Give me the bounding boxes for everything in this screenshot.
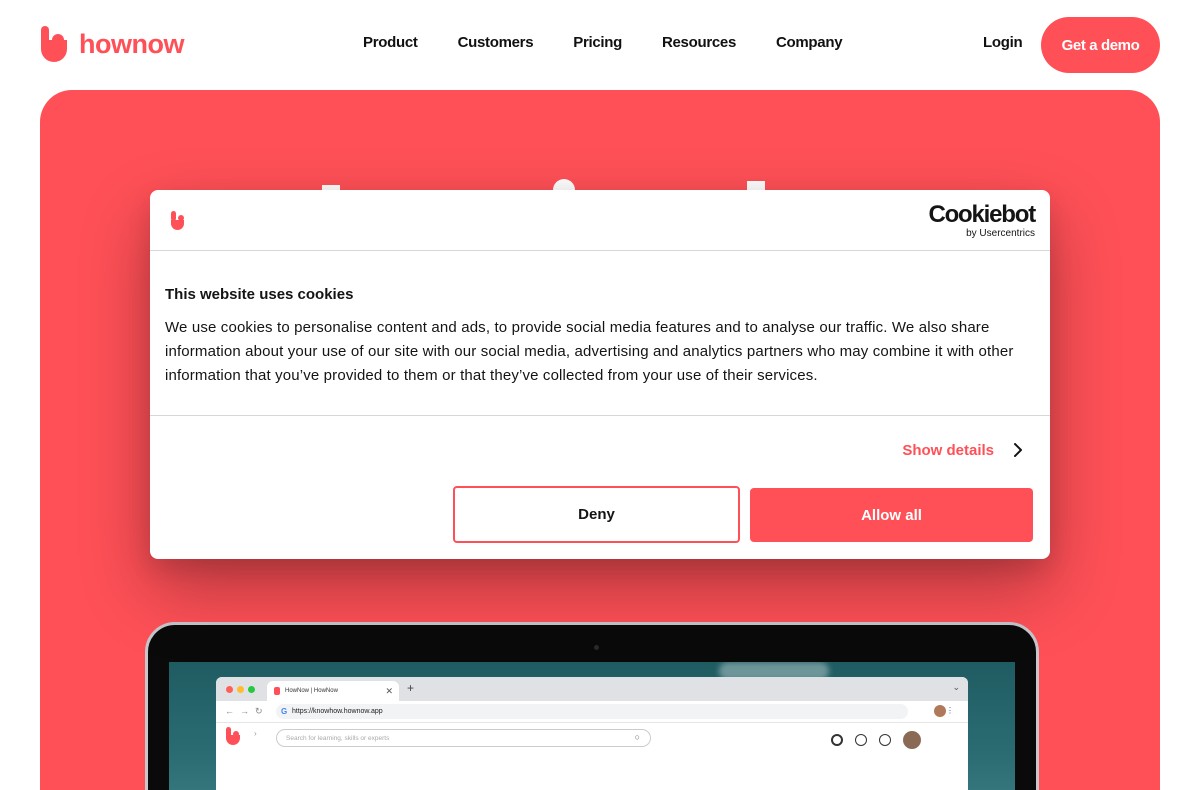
chevron-down-icon: ⌄ [952, 682, 960, 692]
close-dot-icon [226, 686, 233, 693]
new-tab-icon: + [407, 681, 415, 695]
laptop-screen: HowNow | HowNow ✕ + ⌄ ←→↻ G https://know… [169, 662, 1015, 790]
app-search-placeholder: Search for learning, skills or experts [286, 735, 390, 742]
search-icon: ○ [634, 732, 640, 742]
maximize-dot-icon [248, 686, 255, 693]
nav-company[interactable]: Company [776, 34, 843, 51]
nav-pricing[interactable]: Pricing [573, 34, 622, 51]
dialog-description: We use cookies to personalise content an… [165, 319, 1014, 384]
get-a-demo-button[interactable]: Get a demo [1041, 17, 1160, 73]
cookiebot-subtitle: by Usercentrics [966, 228, 1035, 239]
user-avatar [903, 731, 921, 749]
app-toolbar: › Search for learning, skills or experts… [216, 723, 968, 763]
cookiebot-wordmark: Cookiebot [928, 201, 1036, 228]
hownow-logo[interactable]: hownow [40, 26, 184, 62]
cookie-consent-dialog: Cookiebot by Usercentrics This website u… [150, 190, 1050, 559]
browser-address-row: ←→↻ G https://knowhow.hownow.app ⋮ [216, 701, 968, 723]
login-link[interactable]: Login [983, 34, 1023, 51]
app-toolbar-icons [831, 731, 921, 749]
dialog-header: Cookiebot by Usercentrics [150, 190, 1050, 251]
browser-nav-icons: ←→↻ [225, 706, 269, 716]
dialog-body: This website uses cookies We use cookies… [165, 286, 1037, 388]
close-tab-icon: ✕ [385, 686, 393, 696]
record-icon [831, 734, 843, 746]
show-details-link[interactable]: Show details [902, 442, 994, 459]
profile-avatar [934, 705, 946, 717]
nav-product[interactable]: Product [363, 34, 418, 51]
google-icon: G [281, 707, 288, 716]
tab-title: HowNow | HowNow [285, 688, 338, 694]
address-bar: G https://knowhow.hownow.app [276, 704, 908, 719]
address-url: https://knowhow.hownow.app [292, 708, 383, 715]
hownow-logo-icon [170, 211, 186, 230]
dialog-divider [150, 415, 1050, 416]
deny-button[interactable]: Deny [453, 486, 740, 543]
hownow-logo-icon [40, 26, 68, 62]
chevron-right-icon[interactable] [1013, 442, 1023, 458]
hownow-app-logo-icon [226, 727, 242, 745]
laptop-camera [594, 645, 599, 650]
main-nav: Product Customers Pricing Resources Comp… [363, 34, 882, 51]
nav-customers[interactable]: Customers [458, 34, 534, 51]
app-search-input: Search for learning, skills or experts ○ [276, 729, 651, 747]
dialog-title: This website uses cookies [165, 286, 354, 303]
logo-wordmark: hownow [79, 28, 184, 59]
allow-all-button[interactable]: Allow all [750, 488, 1033, 542]
browser-mockup: HowNow | HowNow ✕ + ⌄ ←→↻ G https://know… [216, 677, 968, 790]
site-header: hownow Product Customers Pricing Resourc… [0, 0, 1200, 90]
cookiebot-logo[interactable]: Cookiebot by Usercentrics [928, 201, 1036, 240]
chat-icon [855, 734, 867, 746]
browser-tabbar: HowNow | HowNow ✕ + ⌄ [216, 677, 968, 701]
notification-icon [879, 734, 891, 746]
chevron-right-icon: › [254, 729, 257, 738]
minimize-dot-icon [237, 686, 244, 693]
browser-tab: HowNow | HowNow ✕ [267, 681, 399, 701]
laptop-mockup: HowNow | HowNow ✕ + ⌄ ←→↻ G https://know… [145, 622, 1039, 790]
nav-resources[interactable]: Resources [662, 34, 736, 51]
hownow-favicon-icon [274, 687, 280, 695]
menu-dots-icon: ⋮ [946, 706, 960, 715]
